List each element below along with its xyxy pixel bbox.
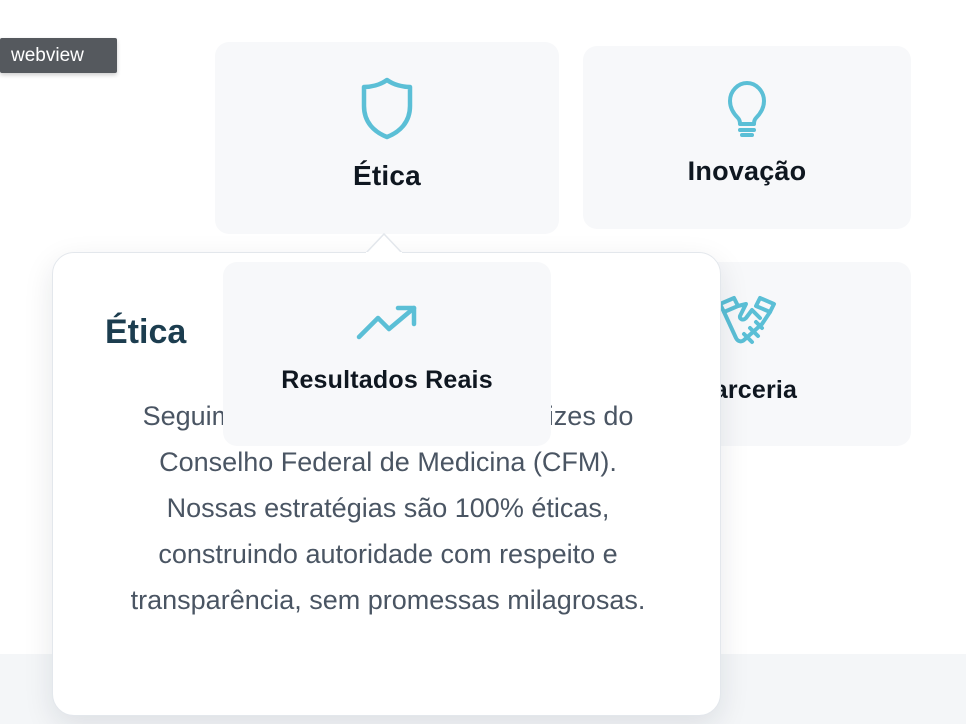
card-resultados-reais[interactable]: Resultados Reais <box>223 262 551 446</box>
card-resultados-label: Resultados Reais <box>281 366 493 394</box>
webview-tag: webview <box>0 38 117 73</box>
page: webview Ética Inovação Ética Seguimos ri… <box>0 0 966 724</box>
popover-arrow <box>366 232 402 254</box>
card-inovacao[interactable]: Inovação <box>583 46 911 229</box>
card-inovacao-label: Inovação <box>687 156 807 186</box>
card-etica[interactable]: Ética <box>215 42 559 234</box>
shield-icon <box>361 77 413 140</box>
trending-up-icon <box>356 305 417 340</box>
popover-title: Ética <box>105 313 187 351</box>
lightbulb-icon <box>728 81 766 137</box>
handshake-icon <box>718 296 776 344</box>
card-etica-label: Ética <box>353 160 421 191</box>
